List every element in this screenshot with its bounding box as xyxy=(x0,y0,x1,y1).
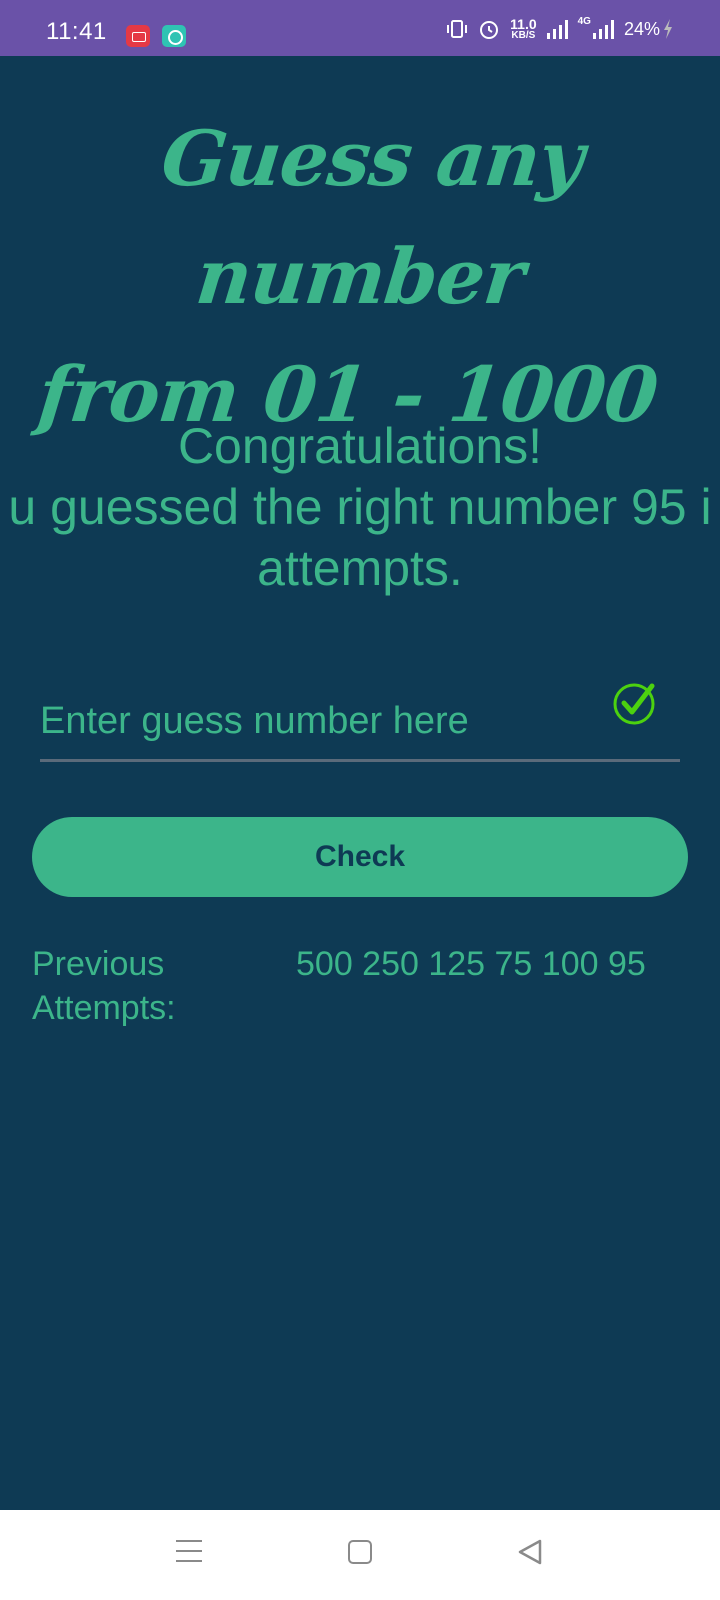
result-line-1: Congratulations! xyxy=(177,418,543,474)
signal-icon xyxy=(546,19,568,39)
guess-input[interactable] xyxy=(40,688,600,754)
alarm-icon xyxy=(480,21,499,39)
chat-app-icon xyxy=(162,25,186,47)
result-line-2: u guessed the right number 95 i xyxy=(8,479,712,535)
page-title: Guess any number from 01 - 1000 xyxy=(0,100,720,454)
network-speed-unit: KB/S xyxy=(511,30,536,41)
title-line-1: Guess any number xyxy=(157,114,588,321)
vibrate-icon xyxy=(447,20,468,38)
check-button[interactable]: Check xyxy=(32,817,688,897)
network-speed: 11.0 KB/S xyxy=(510,17,536,41)
battery-charging-icon xyxy=(664,19,672,39)
network-speed-value: 11.0 xyxy=(510,16,537,32)
screen-record-icon xyxy=(126,25,150,47)
home-icon[interactable] xyxy=(348,1540,372,1564)
menu-icon[interactable] xyxy=(176,1540,202,1562)
result-message: Congratulations! u guessed the right num… xyxy=(0,416,720,599)
previous-attempts-values: 500 250 125 75 100 95 xyxy=(296,945,646,983)
navigation-bar xyxy=(0,1510,720,1600)
guess-input-container xyxy=(40,680,680,762)
status-time: 11:41 xyxy=(46,18,107,45)
result-line-3: attempts. xyxy=(257,540,463,596)
check-circle-icon xyxy=(613,683,655,725)
network-type: 4G xyxy=(577,16,591,27)
status-right-group: 11.0 KB/S 4G 24% xyxy=(446,14,674,44)
battery-level: 24% xyxy=(623,18,660,39)
previous-attempts-label: Previous Attempts: xyxy=(32,945,176,1027)
status-bar: 11:41 11.0 KB/S 4G 24% xyxy=(0,0,720,56)
back-icon[interactable] xyxy=(516,1538,544,1566)
signal-icon-2 xyxy=(592,19,614,39)
